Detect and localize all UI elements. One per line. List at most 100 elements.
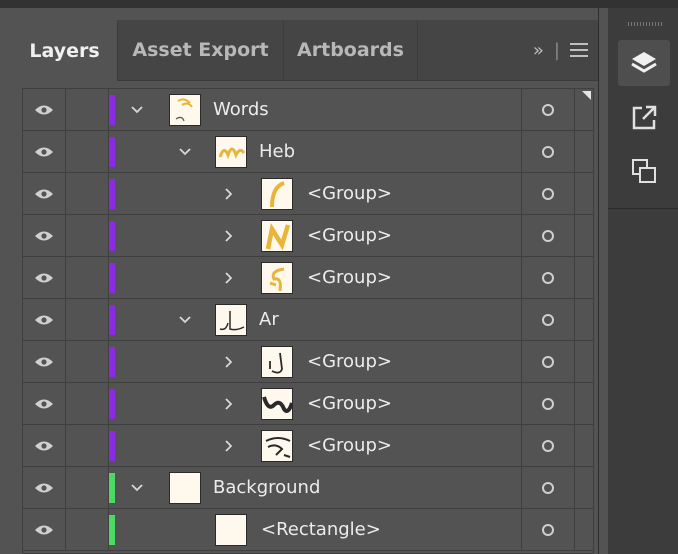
visibility-eye-icon[interactable] — [23, 215, 66, 256]
lock-toggle[interactable] — [66, 509, 109, 550]
layer-row-background[interactable]: Background — [23, 467, 593, 509]
chevron-right-icon[interactable] — [219, 383, 239, 424]
layer-row-words[interactable]: Words — [23, 89, 593, 131]
visibility-eye-icon[interactable] — [23, 509, 66, 550]
target-circle-icon[interactable] — [521, 215, 575, 256]
target-circle-icon[interactable] — [521, 257, 575, 298]
tab-artboards[interactable]: Artboards — [284, 20, 418, 80]
layers-list: Words Heb <Group> <Group> <Group> Ar <Gr… — [22, 88, 594, 554]
target-circle-icon[interactable] — [521, 173, 575, 214]
layer-color-bar — [109, 473, 115, 503]
layer-color-bar — [109, 137, 115, 167]
layer-color-bar — [109, 431, 115, 461]
visibility-eye-icon[interactable] — [23, 425, 66, 466]
layer-thumbnail — [261, 262, 293, 294]
current-layer-indicator — [582, 91, 591, 100]
layer-row-group[interactable]: <Group> — [23, 341, 593, 383]
layer-row-group[interactable]: <Group> — [23, 173, 593, 215]
lock-toggle[interactable] — [66, 215, 109, 256]
layer-thumbnail — [215, 136, 247, 168]
chevron-down-icon[interactable] — [175, 299, 195, 340]
target-circle-icon[interactable] — [521, 425, 575, 466]
layer-row-group[interactable]: <Group> — [23, 425, 593, 467]
layer-name[interactable]: <Group> — [307, 425, 392, 466]
dock-grip[interactable] — [628, 22, 664, 26]
chevron-right-icon[interactable] — [219, 215, 239, 256]
layer-row-heb[interactable]: Heb — [23, 131, 593, 173]
layer-thumbnail — [261, 178, 293, 210]
lock-toggle[interactable] — [66, 299, 109, 340]
target-circle-icon[interactable] — [521, 89, 575, 130]
layer-thumbnail — [261, 430, 293, 462]
tab-layers[interactable]: Layers — [12, 20, 118, 81]
visibility-eye-icon[interactable] — [23, 467, 66, 508]
layer-color-bar — [109, 179, 115, 209]
dock-separator — [608, 208, 678, 209]
menu-separator: | — [553, 39, 560, 61]
visibility-eye-icon[interactable] — [23, 131, 66, 172]
layer-color-bar — [109, 305, 115, 335]
layer-color-bar — [109, 221, 115, 251]
layer-thumbnail — [169, 472, 201, 504]
layer-name[interactable]: <Group> — [307, 257, 392, 298]
lock-toggle[interactable] — [66, 173, 109, 214]
target-circle-icon[interactable] — [521, 131, 575, 172]
export-icon[interactable] — [618, 94, 670, 140]
layer-name[interactable]: <Group> — [307, 173, 392, 214]
layer-row-group[interactable]: <Group> — [23, 215, 593, 257]
layer-color-bar — [109, 263, 115, 293]
layer-name[interactable]: <Group> — [307, 215, 392, 256]
chevron-down-icon[interactable] — [175, 131, 195, 172]
lock-toggle[interactable] — [66, 257, 109, 298]
chevron-down-icon[interactable] — [127, 89, 147, 130]
layer-name[interactable]: Heb — [259, 131, 295, 172]
layer-name[interactable]: Words — [213, 89, 269, 130]
lock-toggle[interactable] — [66, 131, 109, 172]
target-circle-icon[interactable] — [521, 509, 575, 550]
visibility-eye-icon[interactable] — [23, 89, 66, 130]
panel-tab-bar: Layers Asset Export Artboards » | — [12, 20, 598, 81]
layer-name[interactable]: Background — [213, 467, 320, 508]
layer-row-group[interactable]: <Group> — [23, 257, 593, 299]
layers-icon[interactable] — [618, 40, 670, 86]
lock-toggle[interactable] — [66, 89, 109, 130]
artboards-icon[interactable] — [618, 148, 670, 194]
visibility-eye-icon[interactable] — [23, 341, 66, 382]
layer-row-rectangle[interactable]: <Rectangle> — [23, 509, 593, 551]
layer-name[interactable]: <Rectangle> — [261, 509, 381, 550]
layer-thumbnail — [215, 514, 247, 546]
visibility-eye-icon[interactable] — [23, 299, 66, 340]
chevron-down-icon[interactable] — [127, 467, 147, 508]
layer-name[interactable]: <Group> — [307, 341, 392, 382]
chevron-right-icon[interactable] — [219, 425, 239, 466]
lock-toggle[interactable] — [66, 467, 109, 508]
layer-row-group[interactable]: <Group> — [23, 383, 593, 425]
layer-thumbnail — [261, 346, 293, 378]
visibility-eye-icon[interactable] — [23, 383, 66, 424]
target-circle-icon[interactable] — [521, 341, 575, 382]
expand-panels-icon[interactable]: » — [533, 40, 544, 61]
layer-thumbnail — [261, 388, 293, 420]
layer-thumbnail — [215, 304, 247, 336]
layer-thumbnail — [261, 220, 293, 252]
layer-name[interactable]: <Group> — [307, 383, 392, 424]
layer-row-ar[interactable]: Ar — [23, 299, 593, 341]
window-top-strip — [0, 0, 678, 8]
visibility-eye-icon[interactable] — [23, 173, 66, 214]
layer-name[interactable]: Ar — [259, 299, 279, 340]
visibility-eye-icon[interactable] — [23, 257, 66, 298]
target-circle-icon[interactable] — [521, 299, 575, 340]
panel-menu-icon[interactable] — [570, 43, 588, 57]
lock-toggle[interactable] — [66, 341, 109, 382]
lock-toggle[interactable] — [66, 383, 109, 424]
chevron-right-icon[interactable] — [219, 341, 239, 382]
chevron-right-icon[interactable] — [219, 173, 239, 214]
layer-color-bar — [109, 515, 115, 545]
lock-toggle[interactable] — [66, 425, 109, 466]
target-circle-icon[interactable] — [521, 467, 575, 508]
panel-dock — [608, 8, 678, 554]
layer-color-bar — [109, 389, 115, 419]
chevron-right-icon[interactable] — [219, 257, 239, 298]
tab-asset-export[interactable]: Asset Export — [118, 20, 284, 80]
target-circle-icon[interactable] — [521, 383, 575, 424]
